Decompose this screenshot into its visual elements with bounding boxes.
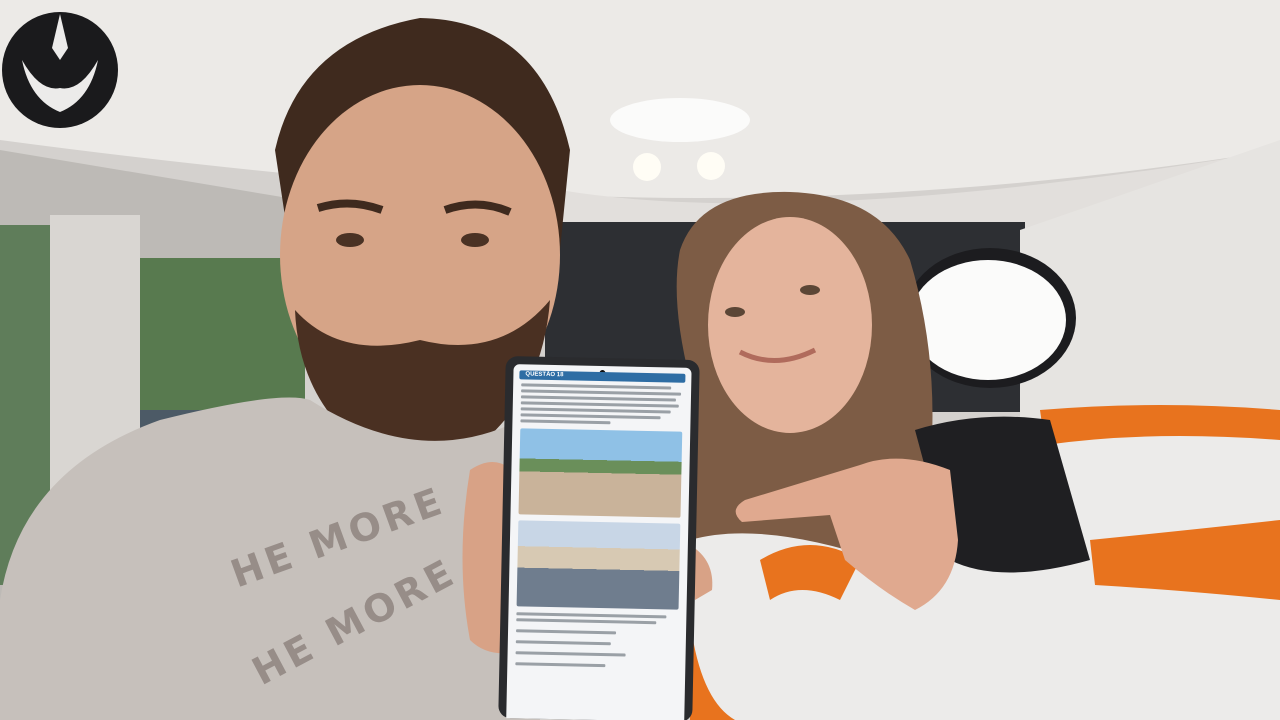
- option-line: [515, 662, 606, 668]
- text-line: [520, 413, 661, 420]
- question-header: QUESTÃO 18: [519, 370, 686, 383]
- question-label: QUESTÃO 18: [525, 371, 564, 379]
- option-line: [515, 640, 611, 646]
- light-glow: [610, 98, 750, 142]
- option-line: [516, 629, 617, 635]
- photo-scene: HE MORE HE MORE QUESTÃO 18: [0, 0, 1280, 720]
- text-line: [520, 401, 679, 408]
- smartphone: QUESTÃO 18: [498, 356, 700, 720]
- street-photo-2: [516, 520, 681, 610]
- option-line: [515, 651, 626, 657]
- text-line: [516, 612, 667, 619]
- street-photo-1: [518, 428, 683, 518]
- text-line: [520, 395, 676, 402]
- text-line: [520, 407, 671, 414]
- woman-eye: [800, 285, 820, 295]
- text-line: [521, 389, 682, 396]
- man-eye: [461, 233, 489, 247]
- ceiling-light-icon: [633, 153, 661, 181]
- woman-face: [708, 217, 872, 433]
- rebel-alliance-logo-icon: [2, 12, 118, 128]
- softbox-light-icon: [910, 260, 1066, 380]
- phone-screen: QUESTÃO 18: [506, 364, 692, 720]
- text-line: [521, 383, 672, 390]
- woman-eye: [725, 307, 745, 317]
- ceiling-light-icon: [697, 152, 725, 180]
- man-eye: [336, 233, 364, 247]
- text-line: [520, 419, 611, 425]
- text-line: [516, 618, 657, 625]
